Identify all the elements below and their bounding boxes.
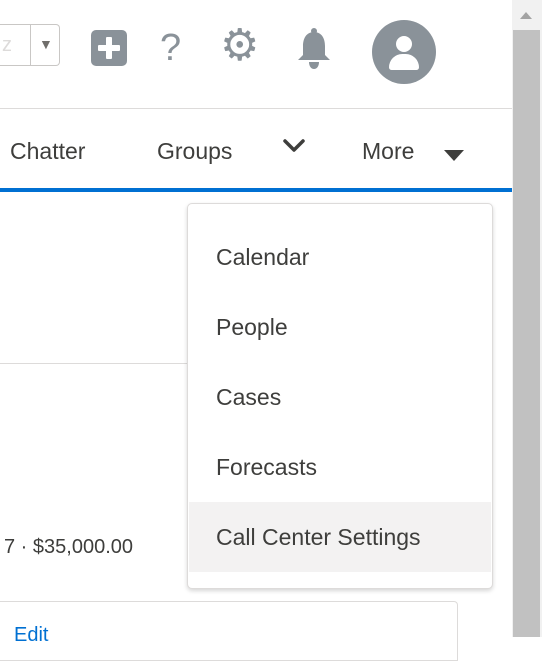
nav-item-more[interactable]: More bbox=[362, 138, 414, 165]
search-scope-select[interactable]: z ▼ bbox=[0, 24, 60, 66]
avatar-icon[interactable] bbox=[372, 20, 436, 84]
nav-item-groups[interactable]: Groups bbox=[157, 138, 232, 165]
app-nav-bar: Chatter Groups More bbox=[0, 110, 512, 194]
edit-link[interactable]: Edit bbox=[14, 624, 48, 647]
menu-item-people[interactable]: People bbox=[189, 292, 491, 362]
gear-icon[interactable]: ⚙ bbox=[220, 22, 259, 70]
menu-item-call-center-settings[interactable]: Call Center Settings bbox=[189, 502, 491, 572]
chevron-down-icon[interactable] bbox=[282, 136, 306, 156]
caret-down-icon[interactable] bbox=[444, 150, 464, 161]
nav-active-underline bbox=[0, 188, 512, 192]
content-divider bbox=[0, 363, 190, 364]
menu-item-cases[interactable]: Cases bbox=[189, 362, 491, 432]
help-icon[interactable]: ? bbox=[160, 26, 181, 70]
scroll-up-arrow-icon[interactable] bbox=[520, 12, 532, 19]
search-scope-value: z bbox=[2, 34, 12, 56]
menu-item-forecasts[interactable]: Forecasts bbox=[189, 432, 491, 502]
bell-icon[interactable] bbox=[294, 28, 334, 70]
nav-item-chatter[interactable]: Chatter bbox=[10, 138, 85, 165]
record-amount: 7 · $35,000.00 bbox=[4, 536, 133, 558]
vertical-scrollbar[interactable] bbox=[512, 0, 542, 637]
menu-item-calendar[interactable]: Calendar bbox=[189, 222, 491, 292]
header-divider bbox=[0, 108, 512, 109]
select-divider bbox=[30, 25, 31, 65]
global-header: z ▼ ? ⚙ bbox=[0, 0, 512, 110]
action-card bbox=[0, 601, 458, 661]
scrollbar-thumb[interactable] bbox=[513, 30, 540, 637]
chevron-down-icon[interactable]: ▼ bbox=[39, 36, 53, 52]
plus-box-icon[interactable] bbox=[91, 30, 127, 66]
more-dropdown-menu: Calendar People Cases Forecasts Call Cen… bbox=[187, 203, 493, 589]
